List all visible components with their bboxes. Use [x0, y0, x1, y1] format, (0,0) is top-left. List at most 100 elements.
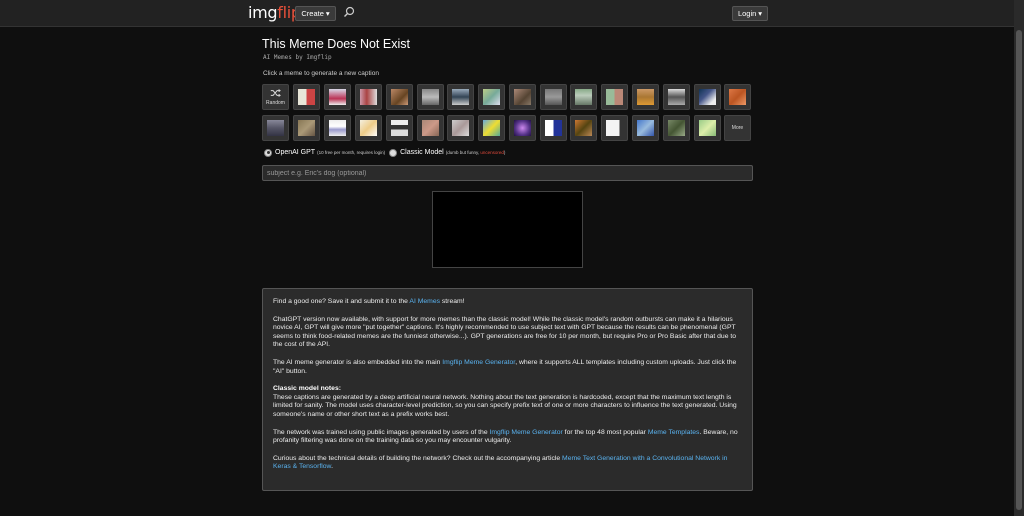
meme-generator-link[interactable]: Imgflip Meme Generator	[490, 429, 563, 436]
template-image	[699, 120, 716, 136]
meme-template-thumb[interactable]	[386, 115, 413, 141]
template-image	[360, 89, 377, 105]
template-image	[514, 89, 531, 105]
classic-label[interactable]: Classic Model	[400, 149, 444, 156]
random-template-button[interactable]: Random	[262, 84, 289, 110]
meme-template-thumb[interactable]	[262, 115, 289, 141]
meme-preview-canvas[interactable]	[432, 191, 583, 268]
meme-template-thumb[interactable]	[293, 115, 320, 141]
chevron-down-icon: ▾	[325, 9, 330, 18]
meme-template-thumb[interactable]	[724, 84, 751, 110]
page-scrollbar[interactable]	[1014, 0, 1024, 516]
info-text: for the top 48 most popular	[562, 428, 648, 436]
info-paragraph: The network was trained using public ima…	[273, 429, 742, 446]
uncensored-label: uncensored	[480, 150, 504, 155]
template-image	[545, 120, 562, 136]
meme-template-thumb[interactable]	[447, 115, 474, 141]
template-image	[637, 120, 654, 136]
logo-text-main: img	[248, 3, 278, 22]
info-paragraph: Curious about the technical details of b…	[273, 455, 742, 472]
meme-template-thumb[interactable]	[540, 115, 567, 141]
template-image	[422, 89, 439, 105]
template-image	[514, 120, 531, 136]
info-paragraph: Classic model notes: These captions are g…	[273, 385, 742, 419]
shuffle-icon	[270, 89, 281, 97]
meme-template-thumb[interactable]	[417, 115, 444, 141]
meme-template-thumb[interactable]	[663, 115, 690, 141]
template-image	[729, 89, 746, 105]
meme-template-thumb[interactable]	[570, 115, 597, 141]
meme-template-thumb[interactable]	[355, 115, 382, 141]
info-text: stream!	[440, 298, 465, 305]
info-text: The AI meme generator is also embedded i…	[273, 358, 443, 366]
more-templates-button[interactable]: More	[724, 115, 751, 141]
openai-note: (10 free per month, requires login)	[317, 150, 386, 155]
scrollbar-thumb[interactable]	[1016, 30, 1022, 510]
template-hint: Click a meme to generate a new caption	[263, 70, 379, 77]
classic-radio[interactable]	[389, 148, 398, 157]
classic-note: (dumb but funny, uncensored)	[446, 150, 506, 155]
template-image	[329, 120, 346, 136]
meme-template-thumb[interactable]	[570, 84, 597, 110]
imgflip-logo[interactable]: imgflip	[248, 3, 301, 22]
template-image	[545, 89, 562, 105]
meme-template-thumb[interactable]	[509, 84, 536, 110]
info-text: These captions are generated by a deep a…	[273, 393, 737, 418]
classic-notes-heading: Classic model notes:	[273, 385, 341, 393]
openai-radio[interactable]	[264, 148, 272, 157]
create-label: Create	[301, 9, 324, 18]
meme-template-thumb[interactable]	[293, 84, 320, 110]
login-label: Login	[737, 9, 757, 18]
template-image	[391, 89, 408, 105]
meme-template-thumb[interactable]	[386, 84, 413, 110]
template-image	[575, 89, 592, 105]
info-paragraph: Find a good one? Save it and submit it t…	[273, 298, 742, 307]
meme-template-thumb[interactable]	[663, 84, 690, 110]
meme-template-thumb[interactable]	[417, 84, 444, 110]
meme-template-thumb[interactable]	[509, 115, 536, 141]
info-text: The network was trained using public ima…	[273, 428, 490, 436]
classic-note-text: (dumb but funny,	[445, 150, 481, 155]
meme-generator-link[interactable]: Imgflip Meme Generator	[442, 359, 515, 366]
model-selector: OpenAI GPT (10 free per month, requires …	[264, 147, 505, 158]
ai-memes-link[interactable]: AI Memes	[409, 298, 440, 305]
meme-template-thumb[interactable]	[601, 84, 628, 110]
meme-template-thumb[interactable]	[632, 84, 659, 110]
info-text: Curious about the technical details of b…	[273, 454, 563, 462]
template-image	[606, 89, 623, 105]
info-paragraph: ChatGPT version now available, with supp…	[273, 315, 737, 349]
search-icon[interactable]	[343, 6, 355, 18]
template-image	[668, 120, 685, 136]
template-image	[637, 89, 654, 105]
meme-template-thumb[interactable]	[324, 84, 351, 110]
meme-template-thumb[interactable]	[632, 115, 659, 141]
page-title: This Meme Does Not Exist	[262, 37, 410, 51]
template-image	[360, 120, 377, 136]
template-image	[606, 120, 623, 136]
login-button[interactable]: Login ▾	[732, 6, 768, 21]
meme-template-thumb[interactable]	[478, 84, 505, 110]
meme-template-thumb[interactable]	[694, 84, 721, 110]
meme-templates-link[interactable]: Meme Templates	[648, 429, 700, 436]
template-image	[452, 89, 469, 105]
meme-template-thumb[interactable]	[355, 84, 382, 110]
more-label: More	[731, 125, 744, 131]
template-image	[298, 120, 315, 136]
meme-template-thumb[interactable]	[601, 115, 628, 141]
meme-template-thumb[interactable]	[694, 115, 721, 141]
subject-input[interactable]	[262, 165, 753, 181]
top-navbar: imgflip Create ▾ Login ▾	[0, 0, 1024, 27]
meme-template-thumb[interactable]	[540, 84, 567, 110]
meme-template-thumb[interactable]	[447, 84, 474, 110]
meme-template-thumb[interactable]	[324, 115, 351, 141]
meme-template-thumb[interactable]	[478, 115, 505, 141]
info-text: .	[331, 463, 333, 471]
info-paragraph: The AI meme generator is also embedded i…	[273, 359, 742, 376]
create-menu-button[interactable]: Create ▾	[295, 6, 336, 21]
template-image	[483, 120, 500, 136]
openai-label[interactable]: OpenAI GPT	[275, 149, 315, 156]
template-image	[391, 120, 408, 136]
template-image	[267, 120, 284, 136]
template-image	[575, 120, 592, 136]
info-text: Find a good one? Save it and submit it t…	[273, 298, 410, 305]
